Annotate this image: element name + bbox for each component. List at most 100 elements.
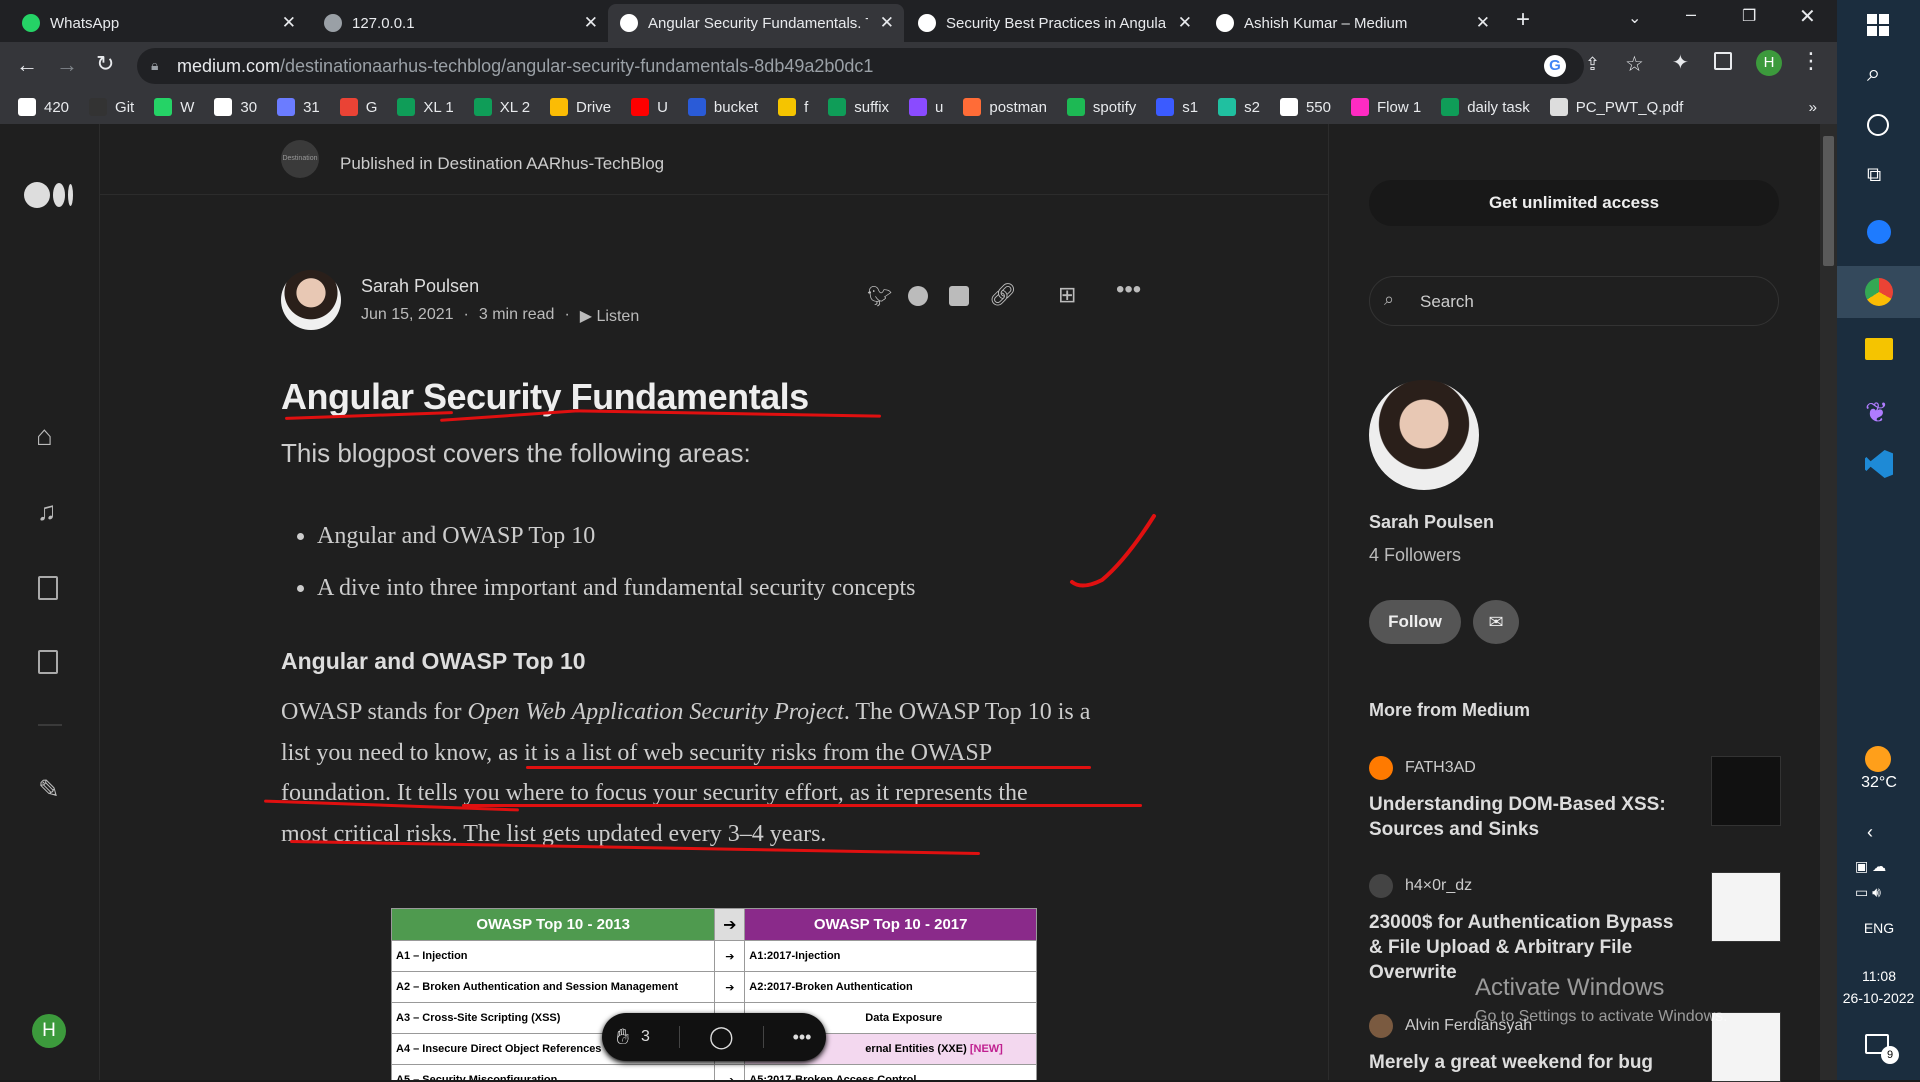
close-tab-icon[interactable]: ✕: [282, 13, 296, 33]
tab-angular-security[interactable]: Angular Security Fundamentals. T ✕: [608, 4, 904, 42]
cortana-icon[interactable]: [1867, 114, 1889, 136]
maps-icon[interactable]: [1867, 220, 1891, 244]
language-indicator[interactable]: ENG: [1851, 920, 1907, 936]
subscribe-mail-icon[interactable]: ✉: [1473, 600, 1519, 644]
bookmark-item[interactable]: s1: [1156, 98, 1198, 116]
show-hidden-icons[interactable]: ‹: [1867, 822, 1873, 843]
bookmark-item[interactable]: postman: [963, 98, 1047, 116]
bookmark-item[interactable]: Git: [89, 98, 134, 116]
bookmark-star-icon[interactable]: ☆: [1625, 52, 1644, 77]
bookmark-icon: [18, 98, 36, 116]
tab-localhost[interactable]: 127.0.0.1 ✕: [312, 4, 608, 42]
address-bar[interactable]: 🔒︎ medium.com/destinationaarhus-techblog…: [137, 48, 1644, 84]
tab-security-best-practices[interactable]: Security Best Practices in Angula ✕: [906, 4, 1202, 42]
clock-date[interactable]: 26-10-2022: [1837, 990, 1920, 1006]
author-photo[interactable]: [1369, 380, 1479, 490]
clap-button[interactable]: ✋︎ 3: [617, 1024, 650, 1050]
close-tab-icon[interactable]: ✕: [880, 13, 894, 33]
search-input[interactable]: ⌕ Search: [1369, 276, 1779, 326]
lists-icon[interactable]: [38, 576, 58, 600]
bookmark-item[interactable]: Drive: [550, 98, 611, 116]
bookmark-item[interactable]: daily task: [1441, 98, 1530, 116]
tray-icons[interactable]: ▣ ☁: [1855, 858, 1886, 875]
scrollbar-thumb[interactable]: [1823, 136, 1834, 266]
bookmark-label: daily task: [1467, 98, 1530, 116]
bookmark-item[interactable]: PC_PWT_Q.pdf: [1549, 98, 1683, 116]
copy-link-icon[interactable]: 🔗︎: [989, 282, 1017, 308]
vscode-icon[interactable]: [1865, 450, 1893, 478]
get-access-button[interactable]: Get unlimited access: [1369, 180, 1779, 226]
medium-logo-icon[interactable]: [24, 182, 73, 208]
user-avatar[interactable]: H: [32, 1014, 66, 1048]
bookmark-item[interactable]: spotify: [1066, 98, 1136, 116]
chrome-menu-icon[interactable]: ⋮: [1800, 48, 1822, 74]
close-tab-icon[interactable]: ✕: [584, 13, 598, 33]
bookmark-item[interactable]: XL 2: [473, 98, 530, 116]
search-icon[interactable]: ⌕: [1867, 60, 1880, 88]
published-in[interactable]: Published in Destination AARhus-TechBlog: [340, 154, 664, 174]
bookmarks-overflow-button[interactable]: »: [1809, 99, 1817, 116]
network-volume-icons[interactable]: ▭ 🔊︎: [1855, 884, 1881, 901]
bookmark-item[interactable]: 31: [277, 98, 320, 116]
comment-icon[interactable]: ◯: [709, 1024, 734, 1050]
bookmark-item[interactable]: suffix: [828, 98, 889, 116]
linkedin-icon[interactable]: [949, 286, 969, 306]
tab-ashish-kumar[interactable]: Ashish Kumar – Medium ✕: [1204, 4, 1500, 42]
chrome-icon[interactable]: [1865, 278, 1893, 306]
list-item[interactable]: FATH3AD Understanding DOM-Based XSS: Sou…: [1369, 756, 1781, 842]
bookmark-item[interactable]: U: [631, 98, 668, 116]
bookmark-item[interactable]: G: [339, 98, 377, 116]
close-tab-icon[interactable]: ✕: [1178, 13, 1192, 33]
profile-avatar[interactable]: H: [1756, 50, 1782, 76]
publication-logo[interactable]: Destination AARhus: [281, 140, 319, 178]
notifications-icon[interactable]: ♫: [37, 496, 57, 527]
extensions-icon[interactable]: ✦: [1672, 50, 1689, 75]
bookmark-item[interactable]: Flow 1: [1351, 98, 1421, 116]
tab-whatsapp[interactable]: WhatsApp ✕: [10, 4, 306, 42]
file-explorer-icon[interactable]: [1865, 338, 1893, 360]
bookmark-item[interactable]: 30: [214, 98, 257, 116]
new-tab-button[interactable]: +: [1516, 6, 1530, 34]
close-tab-icon[interactable]: ✕: [1476, 13, 1490, 33]
side-panel-icon[interactable]: [1714, 52, 1732, 70]
stories-icon[interactable]: [38, 650, 58, 674]
share-icon[interactable]: ⇪: [1585, 54, 1600, 75]
forward-button[interactable]: →: [56, 52, 78, 78]
task-view-icon[interactable]: ⧉: [1867, 164, 1881, 187]
bookmark-item[interactable]: 420: [18, 98, 69, 116]
follow-button[interactable]: Follow: [1369, 600, 1461, 644]
bookmark-item[interactable]: f: [778, 98, 808, 116]
sidebar-author-name[interactable]: Sarah Poulsen: [1369, 512, 1494, 533]
bookmark-icon[interactable]: ⊞: [1058, 282, 1076, 308]
bookmark-item[interactable]: s2: [1218, 98, 1260, 116]
reload-button[interactable]: ↻: [96, 51, 114, 77]
back-button[interactable]: ←: [16, 52, 38, 78]
followers-count[interactable]: 4 Followers: [1369, 545, 1461, 566]
weather-icon[interactable]: [1865, 746, 1891, 772]
facebook-icon[interactable]: [908, 286, 928, 306]
more-options-icon[interactable]: •••: [1116, 276, 1141, 304]
bookmark-item[interactable]: W: [154, 98, 194, 116]
feather-app-icon[interactable]: ❦: [1865, 396, 1888, 429]
twitter-icon[interactable]: 🐦︎: [867, 284, 892, 309]
more-actions-icon[interactable]: •••: [793, 1027, 812, 1048]
bookmark-item[interactable]: 550: [1279, 98, 1331, 116]
minimize-button[interactable]: –: [1686, 4, 1696, 25]
author-name[interactable]: Sarah Poulsen: [361, 276, 479, 297]
write-icon[interactable]: ✎: [38, 774, 60, 805]
close-window-button[interactable]: ✕: [1799, 4, 1816, 29]
bookmark-item[interactable]: bucket: [687, 98, 758, 116]
scrollbar[interactable]: [1820, 124, 1837, 1080]
bookmark-item[interactable]: u: [909, 98, 943, 116]
list-item[interactable]: h4×0r_dz 23000$ for Authentication Bypas…: [1369, 872, 1781, 985]
author-avatar[interactable]: [281, 270, 341, 330]
windows-start-icon[interactable]: [1867, 14, 1889, 36]
listen-button[interactable]: ▶ Listen: [580, 306, 639, 326]
bookmark-label: U: [657, 98, 668, 116]
tab-search-icon[interactable]: ⌄: [1628, 8, 1641, 28]
restore-button[interactable]: ❐: [1742, 6, 1756, 26]
home-icon[interactable]: ⌂: [36, 420, 53, 452]
bookmark-item[interactable]: XL 1: [397, 98, 454, 116]
google-lens-icon[interactable]: G: [1544, 55, 1566, 77]
clock-time[interactable]: 11:08: [1841, 968, 1917, 984]
